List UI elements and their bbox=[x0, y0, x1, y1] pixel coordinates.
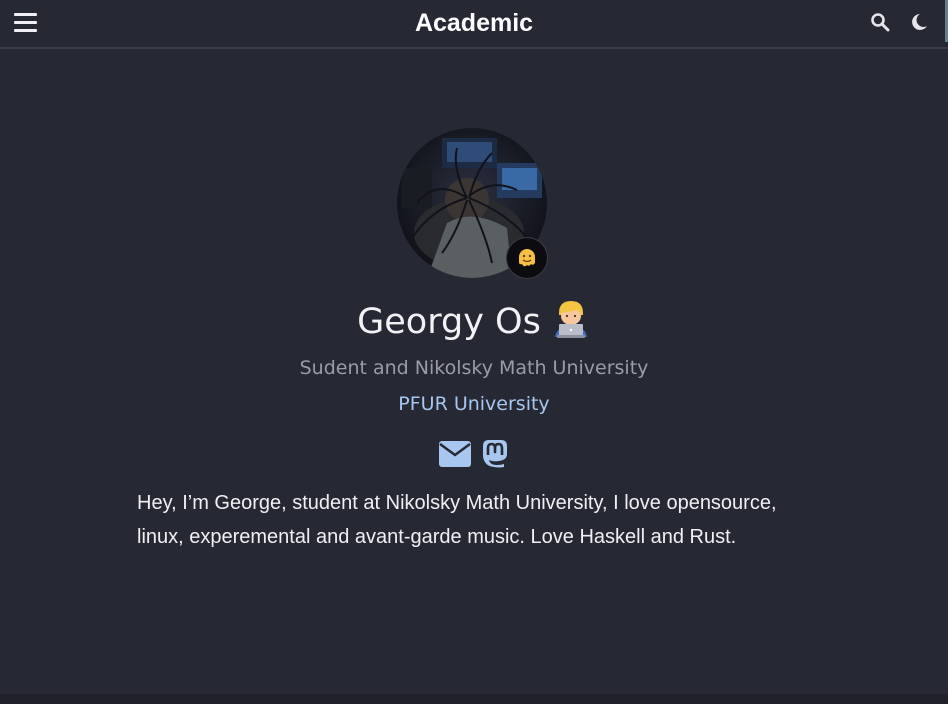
envelope-icon[interactable] bbox=[439, 438, 471, 470]
hamburger-menu-icon[interactable] bbox=[14, 12, 37, 34]
search-icon[interactable] bbox=[870, 12, 892, 34]
mastodon-icon[interactable] bbox=[481, 438, 509, 470]
site-brand-link[interactable]: Academic bbox=[415, 9, 533, 37]
navbar: Academic bbox=[0, 0, 948, 49]
profile-organization-link[interactable]: PFUR University bbox=[0, 391, 948, 417]
social-links bbox=[0, 438, 948, 470]
melting-face-icon bbox=[519, 249, 535, 267]
avatar-container bbox=[397, 128, 548, 279]
profile-role: Sudent and Nikolsky Math University bbox=[299, 357, 649, 379]
profile-name-line: Georgy Os bbox=[0, 297, 948, 352]
site-brand-container: Academic bbox=[0, 0, 948, 46]
profile-name: Georgy Os bbox=[357, 302, 541, 342]
moon-icon[interactable] bbox=[909, 12, 931, 34]
profile-bio: Hey, I’m George, student at Nikolsky Mat… bbox=[137, 492, 777, 548]
footer-band bbox=[0, 694, 948, 704]
technologist-emoji-icon bbox=[551, 297, 591, 352]
status-badge bbox=[506, 237, 548, 279]
